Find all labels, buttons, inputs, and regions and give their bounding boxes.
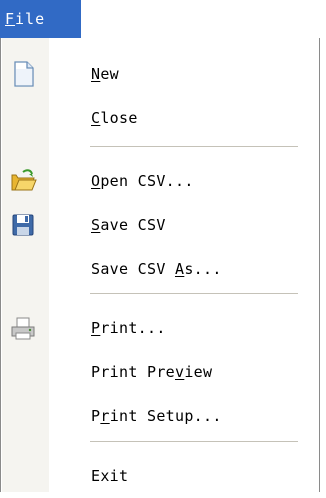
menu-bar: File: [0, 0, 326, 38]
menu-item-close[interactable]: Close: [2, 96, 319, 140]
menu-separator: [90, 441, 298, 442]
menu-item-label: New: [91, 65, 120, 83]
printer-icon: [11, 317, 35, 340]
menu-item-new[interactable]: New: [2, 52, 319, 96]
menu-item-save-csv-as[interactable]: Save CSV As...: [2, 247, 319, 291]
menu-item-save-csv[interactable]: Save CSV: [2, 203, 319, 247]
open-folder-icon: [11, 169, 37, 191]
menu-item-label: Print Preview: [91, 363, 213, 381]
menu-item-print-preview[interactable]: Print Preview: [2, 350, 319, 394]
menu-item-exit[interactable]: Exit: [2, 454, 319, 498]
menu-item-label: Open CSV...: [91, 172, 194, 190]
file-dropdown-menu: New Close Open CSV... Save CSV Save CSV …: [0, 38, 320, 492]
menu-separator: [90, 293, 298, 294]
menu-item-open-csv[interactable]: Open CSV...: [2, 159, 319, 203]
menu-item-label: Close: [91, 109, 138, 127]
file-menu[interactable]: File: [0, 0, 81, 38]
file-menu-label: File: [5, 10, 46, 28]
menu-item-label: Print...: [91, 319, 166, 337]
menu-item-label: Save CSV: [91, 216, 166, 234]
save-disk-icon: [12, 214, 34, 236]
menu-item-print[interactable]: Print...: [2, 306, 319, 350]
new-document-icon: [14, 61, 34, 87]
menu-separator: [90, 146, 298, 147]
menu-item-print-setup[interactable]: Print Setup...: [2, 394, 319, 438]
menu-item-label: Print Setup...: [91, 407, 222, 425]
menu-item-label: Exit: [91, 467, 129, 485]
menu-item-label: Save CSV As...: [91, 260, 222, 278]
